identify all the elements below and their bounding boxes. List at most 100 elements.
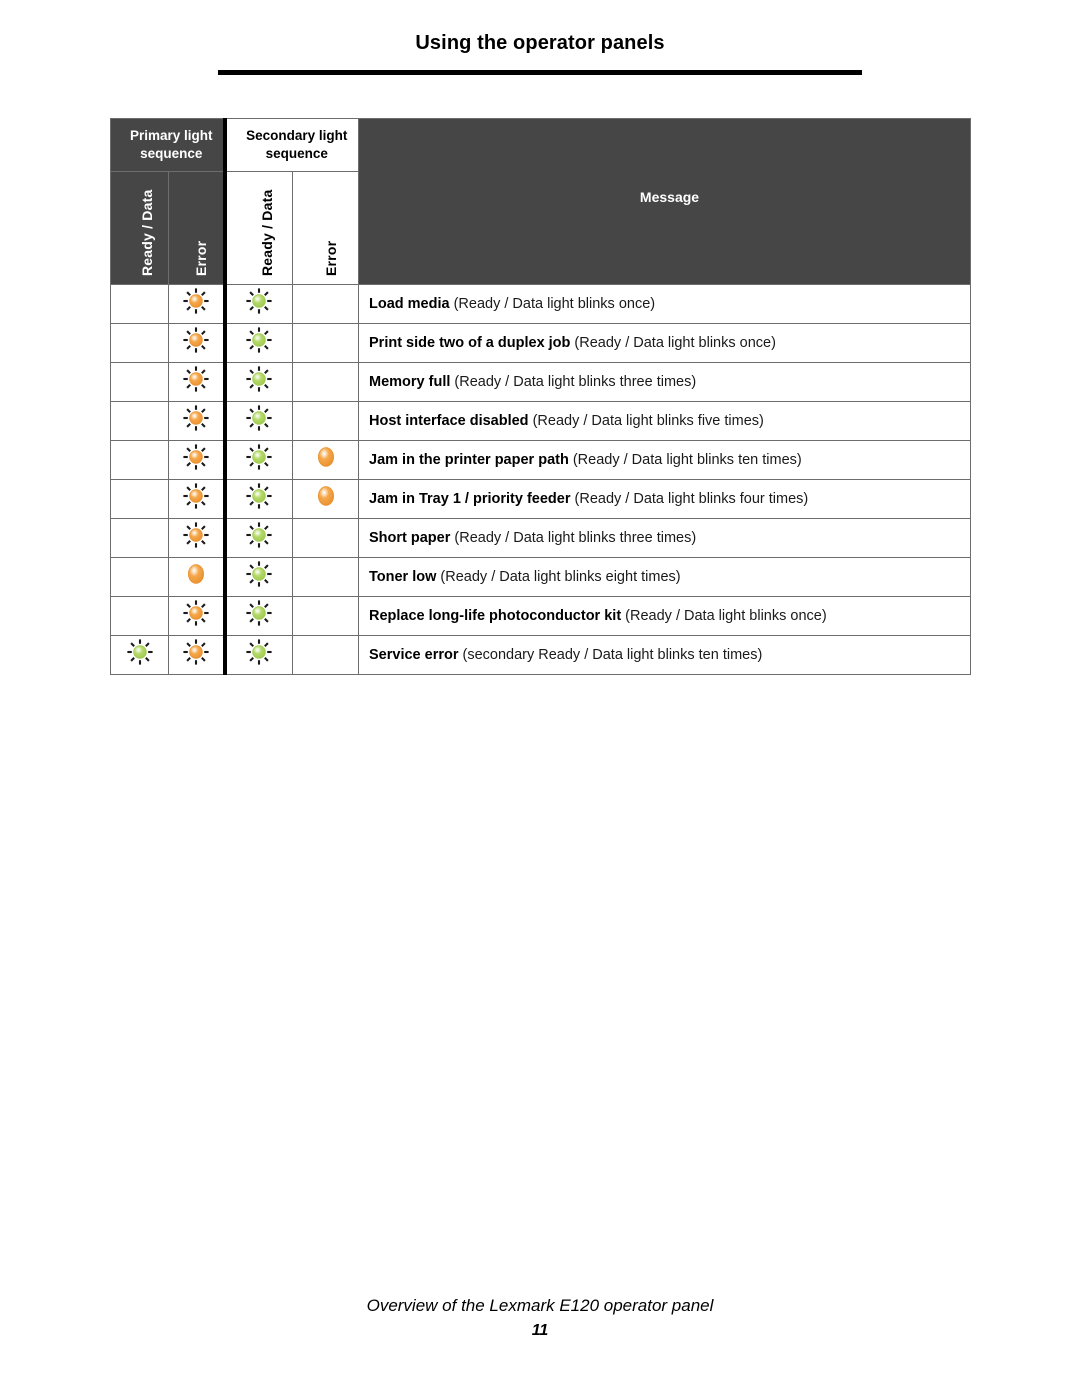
light-sequence-table: Primary light sequence Secondary light s… [110,118,971,675]
table-head: Primary light sequence Secondary light s… [110,118,971,285]
page-title: Using the operator panels [415,32,665,54]
col-header-primary-error-label: Error [193,240,209,276]
secondary-error-cell [292,322,359,363]
primary-ready-data-cell [110,361,169,402]
table-row: Print side two of a duplex job (Ready / … [110,322,971,363]
group-header-primary: Primary light sequence [110,118,225,172]
table-row: Jam in the printer paper path (Ready / D… [110,439,971,480]
message-title: Jam in the printer paper path [369,451,569,468]
message-cell: Load media (Ready / Data light blinks on… [358,283,971,324]
primary-ready-data-cell [110,283,169,324]
table-row: Load media (Ready / Data light blinks on… [110,283,971,324]
table-row: Memory full (Ready / Data light blinks t… [110,361,971,402]
lamp-blink-green-icon [245,404,273,432]
message-title: Jam in Tray 1 / priority feeder [369,490,571,507]
col-header-secondary-error-label: Error [323,240,339,276]
col-header-secondary-ready-data-label: Ready / Data [258,189,275,276]
group-header-row: Primary light sequence Secondary light s… [110,118,971,285]
secondary-error-cell [292,439,359,480]
message-title: Memory full [369,373,451,390]
secondary-error-cell [292,361,359,402]
message-detail: (secondary Ready / Data light blinks ten… [458,646,763,663]
message-title: Service error [369,646,459,663]
table-row: Replace long-life photoconductor kit (Re… [110,595,971,636]
message-cell: Jam in Tray 1 / priority feeder (Ready /… [358,478,971,519]
table-row: Toner low (Ready / Data light blinks eig… [110,556,971,597]
message-header-cell: Message [358,118,971,285]
secondary-ready-data-cell [222,400,293,441]
secondary-ready-data-cell [222,361,293,402]
primary-error-cell [168,400,225,441]
table-row: Host interface disabled (Ready / Data li… [110,400,971,441]
message-detail: (Ready / Data light blinks three times) [450,529,697,546]
table-body: Load media (Ready / Data light blinks on… [110,283,971,675]
primary-ready-data-cell [110,517,169,558]
document-page: Using the operator panels Primary light … [0,0,1080,1397]
message-detail: (Ready / Data light blinks three times) [450,373,697,390]
message-detail: (Ready / Data light blinks once) [449,295,656,312]
message-title: Print side two of a duplex job [369,334,571,351]
col-header-primary-error: Error [168,170,225,285]
lamp-blink-green-icon [245,482,273,510]
secondary-error-cell [292,517,359,558]
header-rule [218,70,862,75]
message-cell: Jam in the printer paper path (Ready / D… [358,439,971,480]
table-row: Jam in Tray 1 / priority feeder (Ready /… [110,478,971,519]
message-title: Short paper [369,529,451,546]
lamp-blink-green-icon [245,638,273,666]
message-cell: Short paper (Ready / Data light blinks t… [358,517,971,558]
secondary-ready-data-cell [222,556,293,597]
lamp-on-amber-icon [312,443,340,471]
lamp-blink-green-icon [245,287,273,315]
primary-ready-data-cell [110,478,169,519]
primary-error-cell [168,322,225,363]
secondary-error-cell [292,556,359,597]
primary-ready-data-cell [110,595,169,636]
lamp-blink-green-icon [245,560,273,588]
primary-ready-data-cell [110,556,169,597]
lamp-on-amber-icon [312,482,340,510]
primary-ready-data-cell [110,400,169,441]
col-header-primary-ready-data-label: Ready / Data [139,189,155,276]
primary-ready-data-cell [110,634,169,675]
message-detail: (Ready / Data light blinks once) [621,607,827,624]
lamp-blink-amber-icon [182,443,210,471]
lamp-blink-amber-icon [182,326,210,354]
secondary-error-cell [292,283,359,324]
lamp-blink-amber-icon [182,638,210,666]
secondary-ready-data-cell [222,634,293,675]
secondary-error-cell [292,595,359,636]
message-header-label: Message [639,189,700,206]
primary-error-cell [168,283,225,324]
lamp-blink-green-icon [245,365,273,393]
secondary-error-cell [292,400,359,441]
lamp-blink-amber-icon [182,404,210,432]
primary-error-cell [168,556,225,597]
lamp-blink-amber-icon [182,287,210,315]
primary-error-cell [168,439,225,480]
lamp-blink-green-icon [245,599,273,627]
message-cell: Replace long-life photoconductor kit (Re… [358,595,971,636]
message-detail: (Ready / Data light blinks eight times) [436,568,681,585]
table-row: Service error (secondary Ready / Data li… [110,634,971,675]
message-detail: (Ready / Data light blinks once) [570,334,776,351]
message-detail: (Ready / Data light blinks ten times) [568,451,802,468]
secondary-ready-data-cell [222,595,293,636]
message-detail: (Ready / Data light blinks four times) [570,490,809,507]
lamp-blink-amber-icon [182,521,210,549]
primary-error-cell [168,361,225,402]
lamp-blink-green-icon [245,326,273,354]
lamp-blink-amber-icon [182,599,210,627]
message-title: Replace long-life photoconductor kit [369,607,622,624]
message-cell: Memory full (Ready / Data light blinks t… [358,361,971,402]
secondary-error-cell [292,634,359,675]
message-title: Host interface disabled [369,412,529,429]
primary-error-cell [168,634,225,675]
lamp-blink-amber-icon [182,365,210,393]
primary-error-cell [168,517,225,558]
primary-ready-data-cell [110,322,169,363]
primary-error-cell [168,595,225,636]
secondary-ready-data-cell [222,283,293,324]
lamp-blink-green-icon [245,443,273,471]
primary-error-cell [168,478,225,519]
